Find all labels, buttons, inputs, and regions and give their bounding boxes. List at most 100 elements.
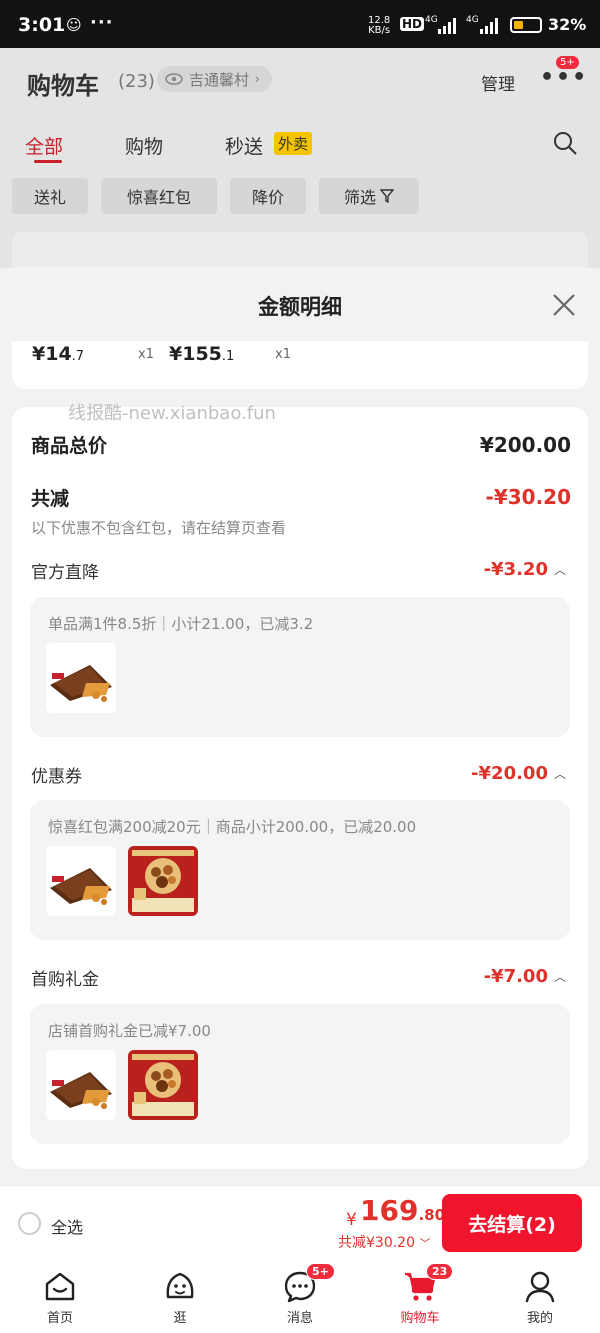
section-label-official: 官方直降 xyxy=(31,563,99,583)
section-detail-text-first-purchase: 店铺首购礼金已减¥7.00 xyxy=(48,1022,211,1040)
total-label: 商品总价 xyxy=(31,435,108,457)
status-time: 3:01 xyxy=(18,14,66,36)
chip-redpacket-label: 惊喜红包 xyxy=(126,188,191,207)
section-value-coupon: -¥20.00 xyxy=(471,763,548,784)
tab-all[interactable]: 全部 xyxy=(25,132,63,159)
tab-fast-delivery[interactable]: 秒送 xyxy=(225,132,263,159)
section-label-first-purchase: 首购礼金 xyxy=(31,970,99,990)
chevron-up-icon: ︿ xyxy=(553,767,566,781)
signal-bars-2-icon xyxy=(480,18,498,34)
total-price-main: 169 xyxy=(360,1194,419,1227)
product-thumbnail-nuts[interactable] xyxy=(128,1050,198,1120)
tab-messages-label: 消息 xyxy=(286,1311,313,1326)
item-qty-1: x1 xyxy=(138,347,154,362)
section-detail-first-purchase: 店铺首购礼金已减¥7.00 xyxy=(30,1004,570,1144)
section-value-first-purchase: -¥7.00 xyxy=(483,966,548,987)
chevron-down-icon: ﹀ xyxy=(419,1237,431,1250)
sheet-title: 金额明细 xyxy=(258,295,342,319)
amount-detail-sheet: 金额明细 ¥14.7 x1 ¥155.1 x1 商品总价 ¥200.00 共减 … xyxy=(0,267,600,1185)
section-detail-coupon: 惊喜红包满200减20元｜商品小计200.00，已减20.00 xyxy=(30,800,570,940)
search-icon[interactable] xyxy=(552,130,578,156)
tab-profile-label: 我的 xyxy=(526,1311,553,1326)
status-bar: 3:01 ☺ ··· 12.8 KB/s HD 4G 4G 32% xyxy=(0,0,600,48)
total-value: ¥200.00 xyxy=(479,433,571,457)
network-speed: 12.8 KB/s xyxy=(368,16,390,36)
product-thumbnail-chocolate[interactable] xyxy=(46,1050,116,1120)
browse-icon xyxy=(166,1272,194,1299)
tab-home[interactable]: 首页 xyxy=(0,1259,120,1333)
chip-gift[interactable]: 送礼 xyxy=(12,178,88,214)
manage-button[interactable]: 管理 xyxy=(481,70,515,95)
network-speed-unit: KB/s xyxy=(368,25,391,36)
home-icon xyxy=(45,1272,75,1301)
chip-price-drop[interactable]: 降价 xyxy=(230,178,306,214)
cart-badge: 23 xyxy=(426,1263,454,1280)
discount-note: 以下优惠不包含红包，请在结算页查看 xyxy=(31,519,287,537)
select-all-checkbox[interactable] xyxy=(18,1212,41,1235)
chevron-up-icon: ︿ xyxy=(553,970,566,984)
filter-icon xyxy=(380,189,394,203)
checkout-bar: 全选 ¥ 169.80 共减¥30.20 ﹀ 去结算(2) xyxy=(0,1185,600,1259)
tab-cart-label: 购物车 xyxy=(400,1311,440,1326)
section-detail-official: 单品满1件8.5折｜小计21.00，已减3.2 xyxy=(30,597,570,737)
item-price-2-decimal: .1 xyxy=(221,349,235,364)
discount-summary[interactable]: 共减¥30.20 ﹀ xyxy=(338,1232,430,1252)
signal-bars-1-icon xyxy=(438,18,456,34)
chocolate-bar-image xyxy=(46,1050,116,1120)
battery-percent: 32% xyxy=(548,15,587,34)
checkout-button[interactable]: 去结算(2) xyxy=(442,1194,582,1252)
item-price-1-main: ¥14 xyxy=(32,343,72,365)
hd-voice-icon: HD xyxy=(400,17,425,31)
chocolate-bar-image xyxy=(46,643,116,713)
section-detail-text-official: 单品满1件8.5折｜小计21.00，已减3.2 xyxy=(48,615,314,633)
eye-icon xyxy=(165,73,183,85)
tab-home-label: 首页 xyxy=(46,1311,73,1326)
tab-profile[interactable]: 我的 xyxy=(480,1259,600,1333)
signal-label-1: 4G xyxy=(425,15,438,25)
profile-icon xyxy=(525,1271,555,1303)
sheet-header: 金额明细 xyxy=(0,267,600,341)
item-price-card: ¥14.7 x1 ¥155.1 x1 xyxy=(12,341,588,389)
section-toggle-coupon[interactable]: -¥20.00 ︿ xyxy=(471,763,566,784)
notification-app-icon: ☺ xyxy=(66,16,82,34)
product-thumbnail-chocolate[interactable] xyxy=(46,846,116,916)
section-value-official: -¥3.20 xyxy=(483,559,548,580)
chip-filter-label: 筛选 xyxy=(343,188,376,207)
address-selector[interactable]: 吉通馨村 › xyxy=(157,66,272,92)
nut-gift-box-image xyxy=(128,1050,198,1120)
tab-messages[interactable]: 5+ 消息 xyxy=(240,1259,360,1333)
tab-browse[interactable]: 逛 xyxy=(120,1259,240,1333)
chocolate-bar-image xyxy=(46,846,116,916)
tab-shop[interactable]: 购物 xyxy=(125,132,163,159)
bottom-tab-bar: 首页 逛 5+ 消息 23 购物车 我的 xyxy=(0,1259,600,1333)
chip-filter[interactable]: 筛选 xyxy=(319,178,419,214)
more-badge: 5+ xyxy=(556,56,579,69)
chip-redpacket[interactable]: 惊喜红包 xyxy=(101,178,217,214)
nut-gift-box-image xyxy=(128,846,198,916)
checkout-label: 去结算(2) xyxy=(468,1213,556,1236)
takeout-badge: 外卖 xyxy=(274,132,313,155)
close-icon[interactable] xyxy=(548,289,580,321)
more-notifications-icon: ··· xyxy=(90,12,114,33)
item-price-1: ¥14.7 xyxy=(32,343,84,365)
section-toggle-official[interactable]: -¥3.20 ︿ xyxy=(484,559,566,580)
product-thumbnail-nuts[interactable] xyxy=(128,846,198,916)
item-price-2: ¥155.1 xyxy=(169,343,234,365)
section-detail-text-coupon: 惊喜红包满200减20元｜商品小计200.00，已减20.00 xyxy=(48,818,417,836)
item-price-1-decimal: .7 xyxy=(71,349,85,364)
select-all-label[interactable]: 全选 xyxy=(51,1214,83,1238)
price-breakdown-card: 商品总价 ¥200.00 共减 -¥30.20 以下优惠不包含红包，请在结算页查… xyxy=(12,407,588,1169)
messages-badge: 5+ xyxy=(306,1263,335,1280)
battery-icon xyxy=(510,17,542,33)
section-toggle-first-purchase[interactable]: -¥7.00 ︿ xyxy=(484,966,566,987)
chevron-right-icon: › xyxy=(255,72,260,86)
product-thumbnail-chocolate[interactable] xyxy=(46,643,116,713)
chevron-up-icon: ︿ xyxy=(553,563,566,577)
address-text: 吉通馨村 xyxy=(189,70,250,89)
watermark-text: 线报酷-new.xianbao.fun xyxy=(68,403,276,424)
signal-label-2: 4G xyxy=(466,15,479,25)
discount-value: -¥30.20 xyxy=(485,485,571,509)
cart-header: 购物车 (23) 吉通馨村 › 管理 ••• 5+ 全部 购物 秒送 外卖 送礼… xyxy=(0,48,600,292)
discount-label: 共减 xyxy=(31,488,70,510)
tab-cart[interactable]: 23 购物车 xyxy=(360,1259,480,1333)
